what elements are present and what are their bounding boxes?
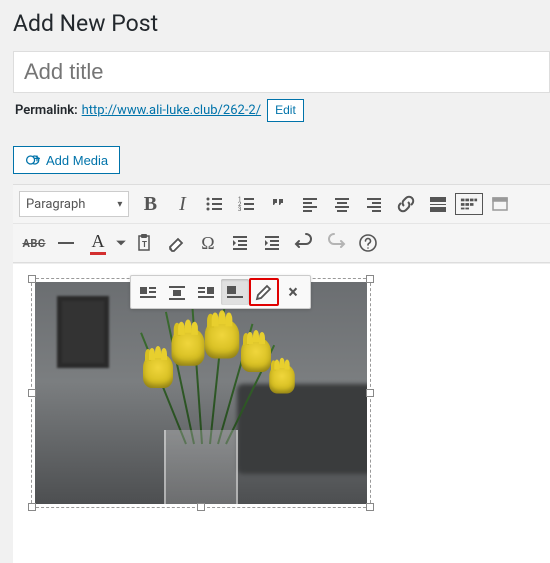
resize-handle[interactable]: [197, 503, 205, 511]
strikethrough-icon: ABC: [22, 237, 45, 250]
align-center-icon: [332, 194, 352, 214]
read-more-button[interactable]: [423, 189, 453, 219]
bullet-list-icon: [204, 194, 224, 214]
image-inline-toolbar: ×: [130, 275, 311, 309]
paste-text-button[interactable]: T: [129, 228, 159, 258]
outdent-icon: [230, 233, 250, 253]
img-align-right-button[interactable]: [192, 279, 220, 305]
bullet-list-button[interactable]: [199, 189, 229, 219]
numbered-list-button[interactable]: 123: [231, 189, 261, 219]
clipboard-icon: T: [134, 233, 154, 253]
resize-handle[interactable]: [366, 389, 374, 397]
img-edit-button[interactable]: [250, 279, 278, 305]
undo-button[interactable]: [289, 228, 319, 258]
resize-handle[interactable]: [28, 503, 36, 511]
svg-text:T: T: [142, 240, 147, 249]
permalink-label: Permalink:: [15, 103, 78, 118]
link-icon: [396, 194, 416, 214]
outdent-button[interactable]: [225, 228, 255, 258]
resize-handle[interactable]: [366, 275, 374, 283]
pencil-icon: [254, 282, 274, 302]
blockquote-button[interactable]: [263, 189, 293, 219]
img-align-right-icon: [196, 282, 216, 302]
help-icon: [358, 233, 378, 253]
img-remove-button[interactable]: ×: [279, 279, 307, 305]
special-char-button[interactable]: Ω: [193, 228, 223, 258]
toolbar-toggle-button[interactable]: [455, 193, 483, 215]
keyboard-shortcuts-button[interactable]: [353, 228, 383, 258]
quote-icon: [268, 194, 288, 214]
text-color-dropdown[interactable]: [115, 228, 127, 258]
align-right-button[interactable]: [359, 189, 389, 219]
image-content: [35, 282, 367, 504]
img-align-center-button[interactable]: [163, 279, 191, 305]
align-left-button[interactable]: [295, 189, 325, 219]
distraction-free-button[interactable]: [485, 189, 515, 219]
selected-image[interactable]: ×: [31, 278, 371, 508]
media-icon: [25, 152, 41, 168]
img-align-left-icon: [138, 282, 158, 302]
align-center-button[interactable]: [327, 189, 357, 219]
undo-icon: [294, 233, 314, 253]
resize-handle[interactable]: [366, 503, 374, 511]
toolbar-toggle-icon: [460, 197, 478, 211]
close-icon: ×: [288, 282, 298, 303]
text-color-icon: A: [90, 232, 106, 255]
img-align-center-icon: [167, 282, 187, 302]
indent-button[interactable]: [257, 228, 287, 258]
resize-handle[interactable]: [28, 275, 36, 283]
indent-icon: [262, 233, 282, 253]
editor-toolbar: Paragraph B I 123: [13, 184, 550, 263]
fullscreen-icon: [490, 194, 510, 214]
permalink-row: Permalink: http://www.ali-luke.club/262-…: [15, 99, 548, 122]
add-media-label: Add Media: [46, 153, 108, 168]
svg-text:3: 3: [238, 206, 241, 213]
format-select[interactable]: Paragraph: [19, 191, 129, 217]
img-align-left-button[interactable]: [134, 279, 162, 305]
italic-button[interactable]: I: [167, 189, 197, 219]
horizontal-rule-icon: [58, 242, 74, 244]
redo-icon: [326, 233, 346, 253]
redo-button[interactable]: [321, 228, 351, 258]
img-align-none-button[interactable]: [221, 279, 249, 305]
page-title: Add New Post: [13, 10, 550, 37]
align-left-icon: [300, 194, 320, 214]
strikethrough-button[interactable]: ABC: [19, 228, 49, 258]
eraser-icon: [166, 233, 186, 253]
horizontal-rule-button[interactable]: [51, 228, 81, 258]
post-title-input[interactable]: [13, 51, 550, 93]
text-color-button[interactable]: A: [83, 228, 113, 258]
numbered-list-icon: 123: [236, 194, 256, 214]
chevron-down-icon: [115, 233, 127, 253]
bold-button[interactable]: B: [135, 189, 165, 219]
read-more-icon: [428, 194, 448, 214]
add-media-button[interactable]: Add Media: [13, 146, 120, 174]
resize-handle[interactable]: [28, 389, 36, 397]
clear-formatting-button[interactable]: [161, 228, 191, 258]
editor-content[interactable]: ×: [13, 263, 550, 563]
align-right-icon: [364, 194, 384, 214]
permalink-edit-button[interactable]: Edit: [267, 99, 304, 122]
img-align-none-icon: [225, 282, 245, 302]
permalink-url[interactable]: http://www.ali-luke.club/262-2/: [82, 103, 261, 118]
link-button[interactable]: [391, 189, 421, 219]
